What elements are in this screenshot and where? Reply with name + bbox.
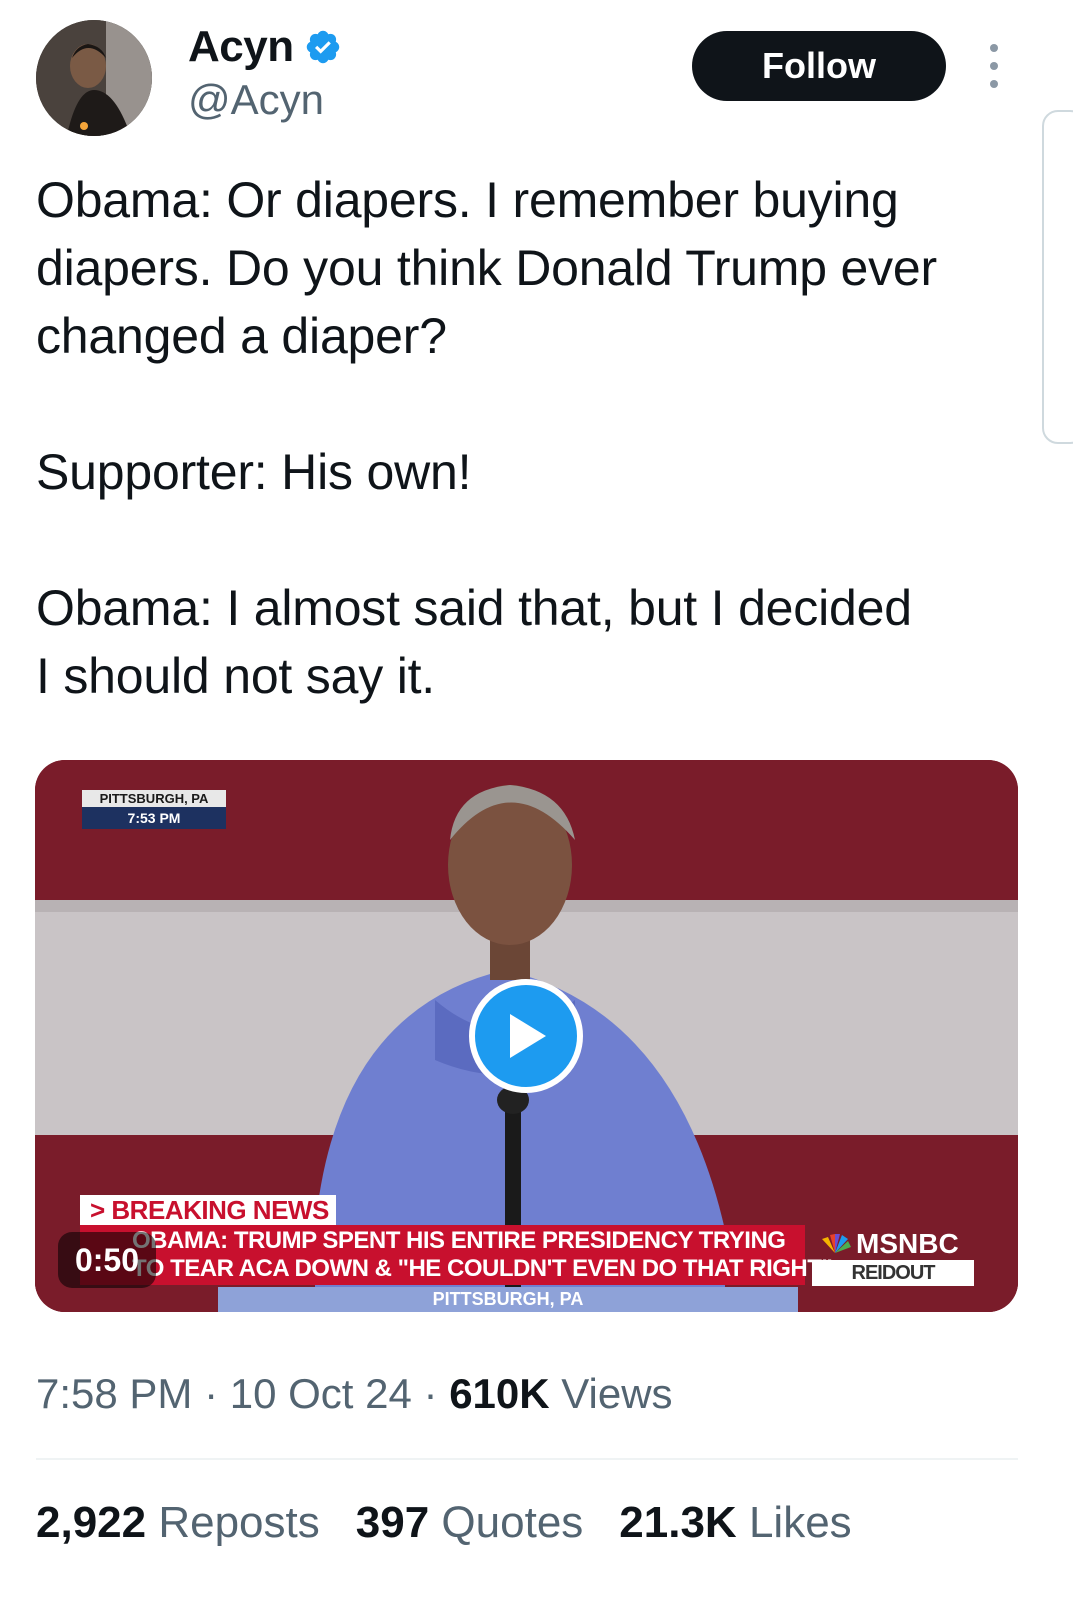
avatar[interactable]	[36, 20, 152, 136]
location-bar: PITTSBURGH, PA	[218, 1287, 798, 1312]
tweet-text: Obama: Or diapers. I remember buying dia…	[36, 166, 1036, 710]
user-handle[interactable]: @Acyn	[188, 76, 324, 124]
headline-line: OBAMA: TRUMP SPENT HIS ENTIRE PRESIDENCY…	[132, 1227, 786, 1254]
tweet-line: diapers. Do you think Donald Trump ever	[36, 240, 937, 296]
scrollbar-edge	[1042, 110, 1073, 444]
play-icon	[510, 1014, 546, 1058]
follow-button[interactable]: Follow	[692, 31, 946, 101]
headline-line: TO TEAR ACA DOWN & "HE COULDN'T EVEN DO …	[132, 1255, 833, 1282]
video-location-stamp: PITTSBURGH, PA 7:53 PM	[82, 790, 226, 829]
quotes-stat[interactable]: 397 Quotes	[356, 1498, 584, 1548]
stamp-time: 7:53 PM	[82, 807, 226, 829]
likes-stat[interactable]: 21.3K Likes	[619, 1498, 851, 1548]
news-headline: OBAMA: TRUMP SPENT HIS ENTIRE PRESIDENCY…	[80, 1225, 833, 1285]
verified-badge-icon	[306, 30, 339, 64]
video-duration: 0:50	[58, 1232, 156, 1288]
tweet-line: Supporter: His own!	[36, 444, 472, 500]
likes-count: 21.3K	[619, 1498, 737, 1547]
engagement-stats: 2,922 Reposts 397 Quotes 21.3K Likes	[36, 1498, 852, 1548]
reposts-count: 2,922	[36, 1498, 147, 1547]
reposts-label: Reposts	[158, 1498, 320, 1547]
network-name: MSNBC	[856, 1228, 959, 1259]
network-logo: MSNBC REIDOUT	[812, 1228, 974, 1286]
play-button[interactable]	[469, 979, 583, 1093]
tweet-date[interactable]: 10 Oct 24	[230, 1370, 412, 1417]
reposts-stat[interactable]: 2,922 Reposts	[36, 1498, 320, 1548]
tweet-line: changed a diaper?	[36, 308, 447, 364]
likes-label: Likes	[748, 1498, 852, 1547]
tweet-line: Obama: Or diapers. I remember buying	[36, 172, 899, 228]
views-count: 610K	[449, 1370, 550, 1417]
divider	[36, 1458, 1018, 1460]
display-name[interactable]: Acyn	[188, 22, 294, 72]
quotes-count: 397	[355, 1498, 430, 1547]
tweet-meta: 7:58 PM · 10 Oct 24 · 610K Views	[36, 1370, 673, 1417]
quotes-label: Quotes	[441, 1498, 584, 1547]
breaking-news-label: > BREAKING NEWS	[80, 1195, 336, 1225]
tweet-line: Obama: I almost said that, but I decided	[36, 580, 912, 636]
peacock-icon	[822, 1234, 851, 1253]
avatar-image	[36, 20, 152, 136]
tweet-time[interactable]: 7:58 PM	[36, 1370, 192, 1417]
more-options-icon[interactable]	[982, 44, 1006, 88]
views-label: Views	[561, 1370, 673, 1417]
stamp-location: PITTSBURGH, PA	[82, 790, 226, 807]
show-name: REIDOUT	[812, 1260, 974, 1286]
tweet-line: I should not say it.	[36, 648, 436, 704]
